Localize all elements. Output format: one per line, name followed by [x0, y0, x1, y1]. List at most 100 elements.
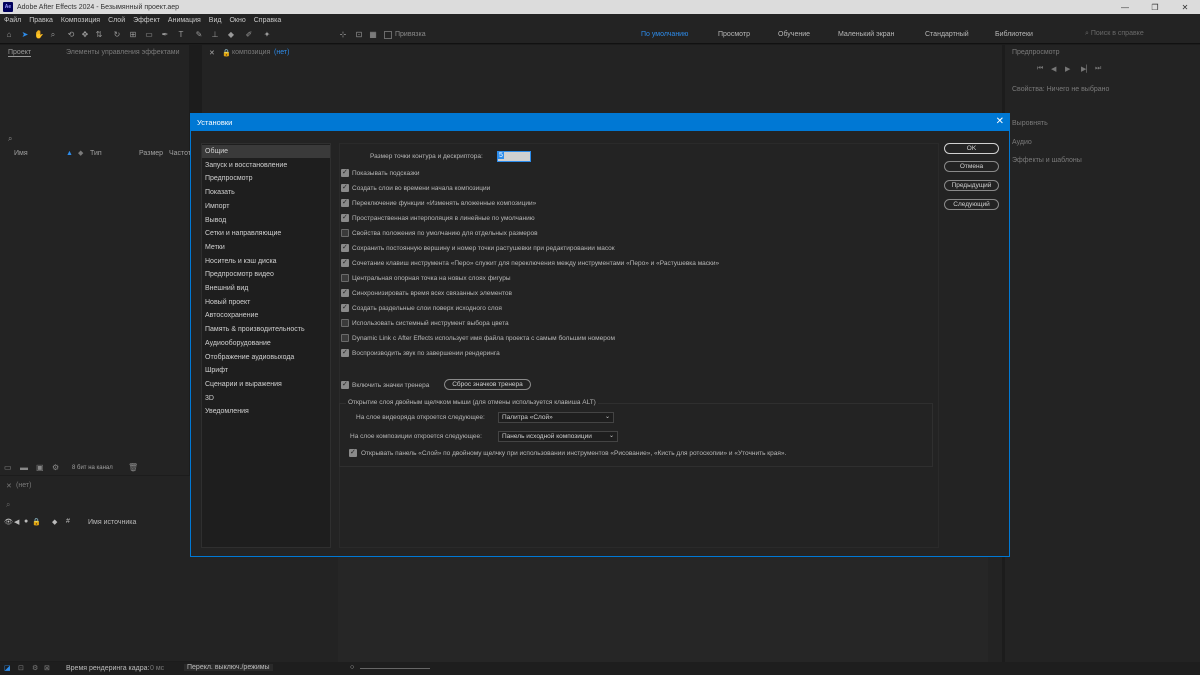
comp-tab-value[interactable]: (нет): [274, 49, 289, 56]
play-icon[interactable]: ▶: [1065, 65, 1070, 73]
axis-local-icon[interactable]: ⊹: [338, 30, 348, 40]
next-button[interactable]: Следующий: [944, 199, 999, 210]
workspace-learn[interactable]: Обучение: [778, 31, 810, 38]
status-icon-2[interactable]: ⊡: [18, 664, 24, 672]
solo-icon[interactable]: ●: [24, 518, 28, 525]
effects-tab[interactable]: Эффекты и шаблоны: [1012, 157, 1082, 164]
option-checkbox[interactable]: [341, 243, 349, 252]
footage-open-select[interactable]: Палитра «Слой» ⌄: [498, 412, 614, 423]
menu-effect[interactable]: Эффект: [133, 17, 160, 24]
project-search-icon[interactable]: ⌕: [8, 134, 12, 144]
roto-tool-icon[interactable]: ✐: [244, 30, 254, 40]
minimize-icon[interactable]: —: [1110, 0, 1140, 14]
menu-composition[interactable]: Композиция: [61, 17, 100, 24]
menu-view[interactable]: Вид: [209, 17, 222, 24]
comp-tab-label[interactable]: композиция: [232, 49, 270, 56]
category-item[interactable]: Импорт: [202, 200, 330, 213]
menu-help[interactable]: Справка: [254, 17, 281, 24]
column-type[interactable]: Тип: [90, 150, 102, 157]
brush-tool-icon[interactable]: ✎: [194, 30, 204, 40]
menu-edit[interactable]: Правка: [29, 17, 53, 24]
option-checkbox[interactable]: [341, 348, 349, 357]
workspace-review[interactable]: Просмотр: [718, 31, 750, 38]
puppet-tool-icon[interactable]: ✦: [262, 30, 272, 40]
axis-world-icon[interactable]: ⊡: [354, 30, 364, 40]
axis-view-icon[interactable]: ▦: [368, 30, 378, 40]
preview-tab[interactable]: Предпросмотр: [1012, 49, 1059, 56]
menu-file[interactable]: Файл: [4, 17, 21, 24]
column-name[interactable]: Имя: [14, 150, 28, 157]
status-icon-4[interactable]: ⊠: [44, 664, 50, 672]
workspace-default[interactable]: По умолчанию: [641, 31, 688, 38]
menu-animation[interactable]: Анимация: [168, 17, 201, 24]
category-item[interactable]: Уведомления: [202, 405, 330, 418]
type-tool-icon[interactable]: T: [176, 30, 186, 40]
last-frame-icon[interactable]: ⏭: [1095, 65, 1101, 73]
new-folder-icon[interactable]: ▬: [20, 463, 28, 472]
snap-checkbox[interactable]: [384, 31, 392, 39]
settings-icon[interactable]: ⚙: [52, 463, 59, 472]
workspace-small-screen[interactable]: Маленький экран: [838, 31, 894, 38]
ok-button[interactable]: OK: [944, 143, 999, 154]
category-item[interactable]: Сценарии и выражения: [202, 378, 330, 391]
rect-tool-icon[interactable]: ▭: [144, 30, 154, 40]
anchor-tool-icon[interactable]: ⊞: [128, 30, 138, 40]
category-item[interactable]: Внешний вид: [202, 282, 330, 295]
zoom-tool-icon[interactable]: ⌕: [48, 30, 58, 40]
category-item[interactable]: Вывод: [202, 214, 330, 227]
workspace-standard[interactable]: Стандартный: [925, 31, 969, 38]
coach-reset-button[interactable]: Сброс значков тренера: [444, 379, 531, 390]
workspace-libraries[interactable]: Библиотеки: [995, 31, 1033, 38]
dolly-tool-icon[interactable]: ⇅: [94, 30, 104, 40]
comp-lock-icon[interactable]: 🔒: [222, 49, 231, 57]
menu-window[interactable]: Окно: [229, 17, 245, 24]
pen-tool-icon[interactable]: ✒: [160, 30, 170, 40]
category-item[interactable]: Запуск и восстановление: [202, 159, 330, 172]
option-checkbox[interactable]: [341, 183, 349, 192]
interpret-footage-icon[interactable]: ▭: [4, 463, 12, 472]
category-item[interactable]: Показать: [202, 186, 330, 199]
align-tab[interactable]: Выровнять: [1012, 120, 1048, 127]
category-item[interactable]: 3D: [202, 392, 330, 405]
paint-tools-checkbox[interactable]: [349, 448, 357, 457]
eraser-tool-icon[interactable]: ◆: [226, 30, 236, 40]
category-item[interactable]: Сетки и направляющие: [202, 227, 330, 240]
close-window-icon[interactable]: ✕: [1170, 0, 1200, 14]
audio-switch-icon[interactable]: ◀: [14, 518, 19, 526]
timeline-search-icon[interactable]: ⌕: [6, 500, 10, 510]
category-item[interactable]: Общие: [202, 145, 330, 158]
option-checkbox[interactable]: [341, 274, 349, 282]
category-item[interactable]: Носитель и кэш диска: [202, 255, 330, 268]
bit-depth[interactable]: 8 бит на канал: [72, 465, 113, 471]
render-toggle-icon[interactable]: ◪: [4, 664, 11, 672]
category-item[interactable]: Память & производительность: [202, 323, 330, 336]
option-checkbox[interactable]: [341, 258, 349, 267]
category-item[interactable]: Метки: [202, 241, 330, 254]
category-item[interactable]: Аудиооборудование: [202, 337, 330, 350]
previous-button[interactable]: Предыдущий: [944, 180, 999, 191]
hand-tool-icon[interactable]: ✋: [34, 30, 44, 40]
new-comp-icon[interactable]: ▣: [36, 463, 44, 472]
timeline-close-icon[interactable]: ✕: [6, 482, 12, 490]
option-checkbox[interactable]: [341, 319, 349, 327]
clone-tool-icon[interactable]: ⊥: [210, 30, 220, 40]
help-search-input[interactable]: ⌕ Поиск в справке: [1085, 30, 1195, 41]
coach-checkbox[interactable]: [341, 380, 349, 389]
timeline-tab[interactable]: (нет): [16, 482, 31, 489]
tab-effect-controls[interactable]: Элементы управления эффектами: [66, 49, 180, 56]
category-item[interactable]: Отображение аудиовыхода: [202, 351, 330, 364]
option-checkbox[interactable]: [341, 229, 349, 237]
source-name-column[interactable]: Имя источника: [88, 519, 136, 526]
menu-layer[interactable]: Слой: [108, 17, 125, 24]
audio-tab[interactable]: Аудио: [1012, 139, 1032, 146]
comp-close-icon[interactable]: ✕: [209, 49, 215, 57]
category-item[interactable]: Предпросмотр видео: [202, 268, 330, 281]
option-checkbox[interactable]: [341, 334, 349, 342]
maximize-icon[interactable]: ❐: [1140, 0, 1170, 14]
toggle-modes-button[interactable]: Перекл. выключ./режимы: [184, 664, 273, 671]
option-checkbox[interactable]: [341, 168, 349, 177]
tab-project[interactable]: Проект: [8, 49, 32, 57]
next-frame-icon[interactable]: ▶▏: [1081, 65, 1092, 73]
column-size[interactable]: Размер: [139, 150, 163, 157]
cancel-button[interactable]: Отмена: [944, 161, 999, 172]
